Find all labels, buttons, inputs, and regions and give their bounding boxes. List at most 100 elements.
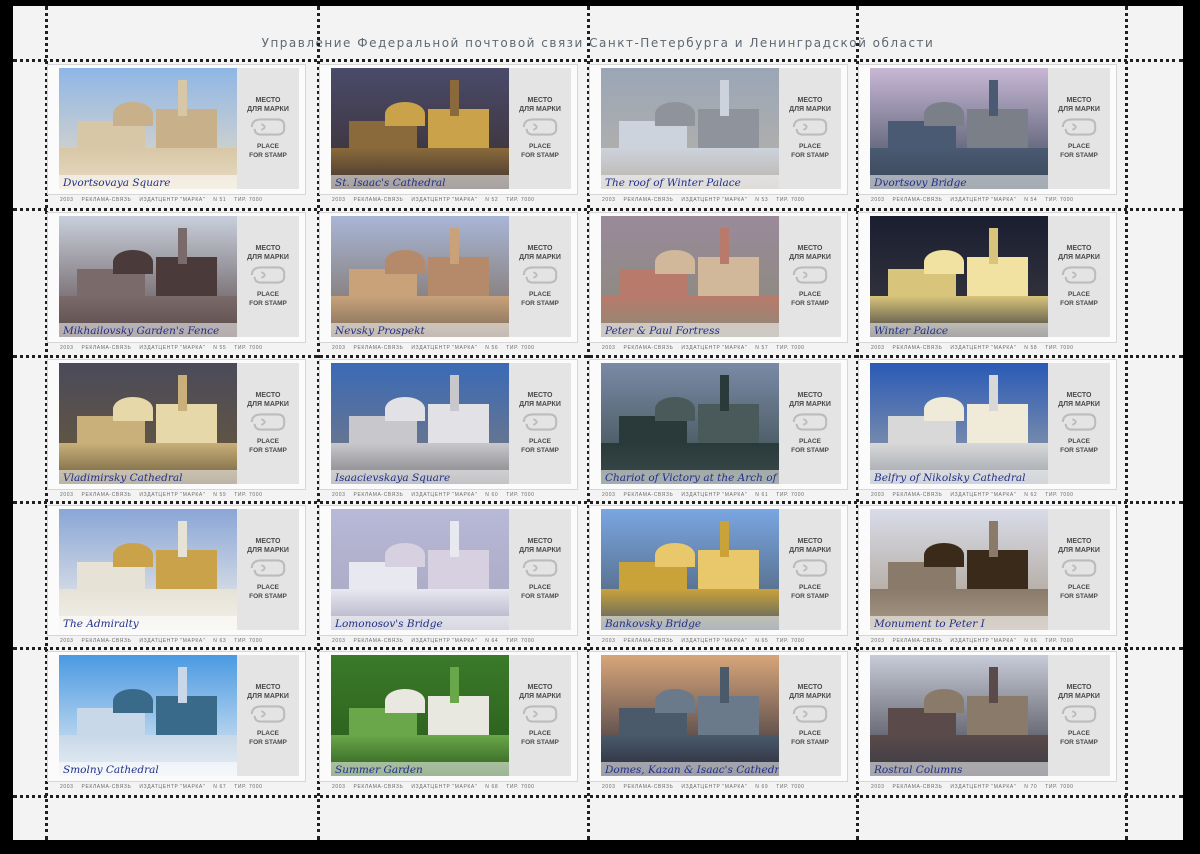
stamp-number: N 65 bbox=[755, 638, 769, 644]
stamp: Vladimirsky Cathedral МЕСТО ДЛЯ МАРКИ PLACE… bbox=[47, 359, 306, 498]
stamp-number: N 62 bbox=[1024, 492, 1038, 498]
place-label-ru: МЕСТО bbox=[527, 538, 553, 545]
post-horn-icon bbox=[792, 705, 828, 723]
perforation-line bbox=[1125, 6, 1128, 840]
footer-print-run: ТИР. 7000 bbox=[234, 345, 263, 351]
stamp-photo: The roof of Winter Palace bbox=[601, 68, 781, 189]
footer-print-run: ТИР. 7000 bbox=[776, 492, 805, 498]
stamp: Summer Garden МЕСТО ДЛЯ МАРКИ PLACE FOR STAM… bbox=[319, 651, 578, 790]
place-label-ru: МЕСТО bbox=[255, 392, 281, 399]
stamp-footer: 2003 РЕКЛАМА-СВЯЗЬ ИЗДАТЦЕНТР "МАРКА" N 52 Т… bbox=[332, 197, 572, 203]
footer-year: 2003 bbox=[871, 784, 885, 790]
place-label-ru: МЕСТО bbox=[527, 245, 553, 252]
stamp-caption: Nevsky Prospekt bbox=[335, 325, 425, 337]
place-label-en: PLACE bbox=[798, 584, 822, 591]
place-label-ru: ДЛЯ МАРКИ bbox=[789, 106, 831, 113]
stamp-photo: Mikhailovsky Garden's Fence bbox=[59, 216, 239, 337]
footer-center: ИЗДАТЦЕНТР "МАРКА" bbox=[411, 638, 478, 644]
stamp-footer: 2003 РЕКЛАМА-СВЯЗЬ ИЗДАТЦЕНТР "МАРКА" N 67 Т… bbox=[60, 784, 300, 790]
stamp-caption: Winter Palace bbox=[874, 325, 949, 337]
place-label-ru: МЕСТО bbox=[255, 538, 281, 545]
stamp-caption: Vladimirsky Cathedral bbox=[63, 472, 183, 484]
stamp-footer: 2003 РЕКЛАМА-СВЯЗЬ ИЗДАТЦЕНТР "МАРКА" N 63 Т… bbox=[60, 638, 300, 644]
stamp-number: N 56 bbox=[485, 345, 499, 351]
stamp-footer: 2003 РЕКЛАМА-СВЯЗЬ ИЗДАТЦЕНТР "МАРКА" N 64 Т… bbox=[332, 638, 572, 644]
footer-publisher: РЕКЛАМА-СВЯЗЬ bbox=[81, 197, 132, 203]
post-horn-icon bbox=[250, 266, 286, 284]
stamp: St. Isaac's Cathedral МЕСТО ДЛЯ МАРКИ PLACE… bbox=[319, 64, 578, 203]
footer-print-run: ТИР. 7000 bbox=[506, 345, 535, 351]
place-for-stamp-box: МЕСТО ДЛЯ МАРКИ PLACE FOR STAMP bbox=[237, 655, 299, 776]
place-label-en: PLACE bbox=[798, 291, 822, 298]
stamp: Winter Palace МЕСТО ДЛЯ МАРКИ PLACE FOR STAM… bbox=[858, 212, 1117, 351]
post-horn-icon bbox=[1061, 118, 1097, 136]
footer-publisher: РЕКЛАМА-СВЯЗЬ bbox=[81, 638, 132, 644]
stamp-photo: Bankovsky Bridge bbox=[601, 509, 781, 630]
place-for-stamp-box: МЕСТО ДЛЯ МАРКИ PLACE FOR STAMP bbox=[779, 216, 841, 337]
stamp-caption: Lomonosov's Bridge bbox=[335, 618, 443, 630]
place-for-stamp-box: МЕСТО ДЛЯ МАРКИ PLACE FOR STAMP bbox=[509, 655, 571, 776]
place-label-en: PLACE bbox=[798, 438, 822, 445]
perforation-line bbox=[13, 208, 1183, 211]
place-label-en: FOR STAMP bbox=[249, 300, 287, 307]
place-label-en: PLACE bbox=[256, 584, 280, 591]
stamp: Dvortsovaya Square МЕСТО ДЛЯ МАРКИ PLACE FOR… bbox=[47, 64, 306, 203]
place-for-stamp-box: МЕСТО ДЛЯ МАРКИ PLACE FOR STAMP bbox=[779, 363, 841, 484]
place-label-ru: ДЛЯ МАРКИ bbox=[789, 693, 831, 700]
footer-print-run: ТИР. 7000 bbox=[1045, 638, 1074, 644]
stamp-number: N 52 bbox=[485, 197, 499, 203]
footer-publisher: РЕКЛАМА-СВЯЗЬ bbox=[623, 345, 674, 351]
footer-year: 2003 bbox=[602, 345, 616, 351]
stamp-number: N 60 bbox=[485, 492, 499, 498]
place-label-ru: ДЛЯ МАРКИ bbox=[247, 401, 289, 408]
stamp-footer: 2003 РЕКЛАМА-СВЯЗЬ ИЗДАТЦЕНТР "МАРКА" N 60 Т… bbox=[332, 492, 572, 498]
stamp-photo: Nevsky Prospekt bbox=[331, 216, 511, 337]
place-label-en: PLACE bbox=[256, 291, 280, 298]
stamp-photo: Dvortsovy Bridge bbox=[870, 68, 1050, 189]
footer-year: 2003 bbox=[60, 492, 74, 498]
stamp-number: N 70 bbox=[1024, 784, 1038, 790]
stamp-footer: 2003 РЕКЛАМА-СВЯЗЬ ИЗДАТЦЕНТР "МАРКА" N 62 Т… bbox=[871, 492, 1111, 498]
footer-publisher: РЕКЛАМА-СВЯЗЬ bbox=[623, 197, 674, 203]
perforation-line bbox=[13, 355, 1183, 358]
place-label-ru: МЕСТО bbox=[797, 684, 823, 691]
footer-publisher: РЕКЛАМА-СВЯЗЬ bbox=[892, 638, 943, 644]
post-horn-icon bbox=[250, 413, 286, 431]
place-label-en: PLACE bbox=[1067, 730, 1091, 737]
stamp: Monument to Peter I МЕСТО ДЛЯ МАРКИ PLACE FO… bbox=[858, 505, 1117, 644]
footer-print-run: ТИР. 7000 bbox=[506, 197, 535, 203]
footer-center: ИЗДАТЦЕНТР "МАРКА" bbox=[411, 784, 478, 790]
stamp-photo: The Admiralty bbox=[59, 509, 239, 630]
place-label-ru: МЕСТО bbox=[1066, 538, 1092, 545]
stamp-number: N 64 bbox=[485, 638, 499, 644]
footer-center: ИЗДАТЦЕНТР "МАРКА" bbox=[411, 197, 478, 203]
place-label-ru: ДЛЯ МАРКИ bbox=[519, 693, 561, 700]
footer-year: 2003 bbox=[602, 197, 616, 203]
stamp-caption: Summer Garden bbox=[335, 764, 423, 776]
place-for-stamp-box: МЕСТО ДЛЯ МАРКИ PLACE FOR STAMP bbox=[237, 509, 299, 630]
stamp-number: N 66 bbox=[1024, 638, 1038, 644]
place-label-en: PLACE bbox=[256, 438, 280, 445]
stamp-photo: Dvortsovaya Square bbox=[59, 68, 239, 189]
stamp: Domes, Kazan & Isaac's Cathedrals МЕСТО ДЛ… bbox=[589, 651, 848, 790]
stamp-photo: Summer Garden bbox=[331, 655, 511, 776]
footer-print-run: ТИР. 7000 bbox=[776, 197, 805, 203]
footer-center: ИЗДАТЦЕНТР "МАРКА" bbox=[139, 197, 206, 203]
stamp-photo: Winter Palace bbox=[870, 216, 1050, 337]
place-for-stamp-box: МЕСТО ДЛЯ МАРКИ PLACE FOR STAMP bbox=[779, 509, 841, 630]
footer-center: ИЗДАТЦЕНТР "МАРКА" bbox=[139, 492, 206, 498]
stamp-caption: Dvortsovy Bridge bbox=[874, 177, 967, 189]
footer-print-run: ТИР. 7000 bbox=[506, 638, 535, 644]
place-label-en: PLACE bbox=[1067, 584, 1091, 591]
place-label-en: PLACE bbox=[1067, 143, 1091, 150]
footer-print-run: ТИР. 7000 bbox=[234, 784, 263, 790]
stamp-photo: Peter & Paul Fortress bbox=[601, 216, 781, 337]
footer-print-run: ТИР. 7000 bbox=[776, 784, 805, 790]
place-for-stamp-box: МЕСТО ДЛЯ МАРКИ PLACE FOR STAMP bbox=[237, 68, 299, 189]
place-label-en: PLACE bbox=[1067, 291, 1091, 298]
stamp-caption: Dvortsovaya Square bbox=[63, 177, 171, 189]
place-for-stamp-box: МЕСТО ДЛЯ МАРКИ PLACE FOR STAMP bbox=[1048, 363, 1110, 484]
post-horn-icon bbox=[792, 118, 828, 136]
stamp-caption: Smolny Cathedral bbox=[63, 764, 159, 776]
footer-print-run: ТИР. 7000 bbox=[506, 492, 535, 498]
